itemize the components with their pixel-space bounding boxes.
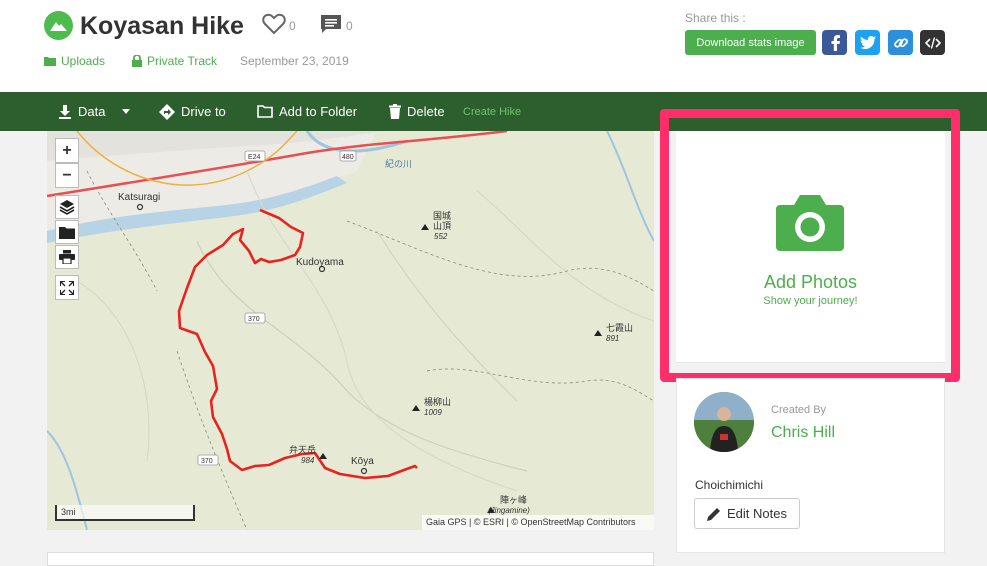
privacy-label: Private Track [147,54,218,68]
lock-icon [132,55,142,67]
map-label-peak2-elev: 891 [606,334,619,343]
drive-to-label: Drive to [181,104,226,119]
created-by-label: Created By [771,404,827,416]
pencil-icon [707,507,720,521]
data-label: Data [78,104,106,119]
download-stats-button[interactable]: Download stats image [685,30,816,55]
layers-button[interactable] [55,195,79,219]
map-label-kudoyama: Kudoyama [296,257,344,268]
print-button[interactable] [55,245,79,269]
download-icon [59,104,71,119]
map-label-river: 紀の川 [385,158,412,170]
map-attribution: Gaia GPS | © ESRI | © OpenStreetMap Cont… [422,515,654,530]
page-header: Koyasan Hike 0 0 Uploads Private Track S… [0,0,987,92]
edit-notes-button[interactable]: Edit Notes [694,498,800,529]
map-label-peak1-line1: 国城 [433,211,451,222]
trash-icon [389,104,401,119]
road-label-480: 480 [342,154,354,161]
layers-icon [59,200,75,215]
avatar[interactable] [694,392,754,452]
add-to-folder-button[interactable]: Add to Folder [257,92,357,131]
map-canvas[interactable]: Katsuragi Kudoyama Kōya 国城 山頂 552 七霞山 89… [47,131,654,530]
link-icon[interactable] [888,30,913,55]
map-label-peak4: 弁天岳 [289,444,316,456]
comment-icon[interactable] [320,14,342,35]
privacy-link[interactable]: Private Track [132,54,217,68]
stats-card [47,552,654,566]
directions-icon [159,103,175,120]
create-hike-link[interactable]: Create Hike [463,92,521,131]
track-map[interactable]: Katsuragi Kudoyama Kōya 国城 山頂 552 七霞山 89… [47,131,654,530]
data-dropdown[interactable]: Data [58,92,131,131]
map-label-peak5-alt: (Jingamine) [488,506,530,515]
folder-icon [59,226,75,239]
uploads-link[interactable]: Uploads [44,54,105,68]
share-label: Share this : [685,11,746,25]
highlight-box [660,109,960,382]
road-label-370-b: 370 [201,458,213,465]
edit-notes-label: Edit Notes [727,506,787,521]
road-label-e24: E24 [248,154,261,161]
mountain-icon [50,22,67,31]
fullscreen-icon [60,280,74,295]
folder-icon [44,57,56,66]
map-folder-button[interactable] [55,220,79,244]
embed-icon[interactable] [920,30,945,55]
creator-name-link[interactable]: Chris Hill [771,424,835,442]
uploads-label: Uploads [61,54,106,68]
delete-button[interactable]: Delete [389,92,445,131]
road-label-370-a: 370 [248,316,260,323]
like-count: 0 [289,19,296,33]
drive-to-button[interactable]: Drive to [159,92,226,131]
comment-count: 0 [346,19,353,33]
map-label-peak3-elev: 1009 [424,408,442,417]
zoom-out-button[interactable]: − [55,163,79,188]
zoom-in-button[interactable]: + [55,138,79,163]
track-type-badge [44,11,73,40]
page-title: Koyasan Hike [80,12,244,40]
map-label-peak4-elev: 984 [301,456,315,465]
map-scale-bar: 3mi [55,505,195,521]
caret-down-icon [122,108,131,114]
folder-icon [257,105,273,118]
heart-icon[interactable] [262,13,286,35]
track-date: September 23, 2019 [240,54,349,68]
delete-label: Delete [407,104,445,119]
facebook-icon[interactable] [822,30,847,55]
map-label-koya: Kōya [351,456,374,467]
map-label-peak2: 七霞山 [606,323,633,334]
map-label-peak5: 陣ヶ峰 [500,494,527,506]
add-to-folder-label: Add to Folder [279,104,358,119]
map-label-peak3: 楊柳山 [424,396,451,408]
map-label-katsuragi: Katsuragi [118,192,160,203]
map-label-peak1-line2: 山頂 [433,221,451,232]
print-icon [59,250,75,264]
fullscreen-button[interactable] [55,275,79,300]
track-notes: Choichimichi [695,478,764,492]
twitter-icon[interactable] [855,30,880,55]
map-label-peak1-elev: 552 [434,232,448,241]
